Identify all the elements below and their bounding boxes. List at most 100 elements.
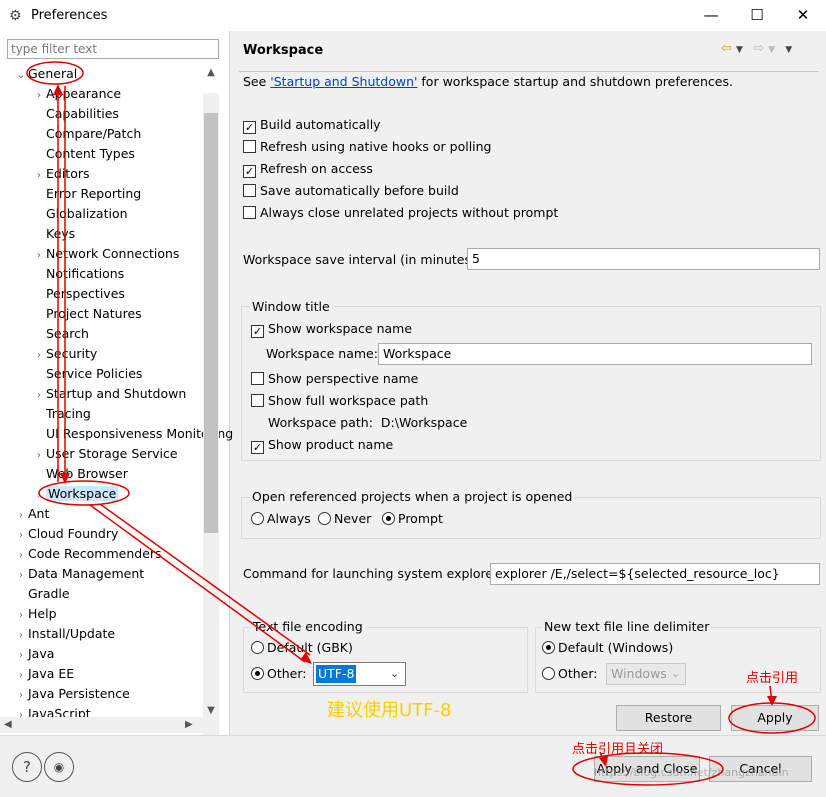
tree-item-notifications[interactable]: Notifications xyxy=(32,264,124,284)
tree-item-workspace[interactable]: › Workspace xyxy=(32,484,119,506)
chevron-right-icon[interactable]: › xyxy=(32,346,46,366)
chevron-right-icon[interactable]: › xyxy=(32,86,46,106)
chevron-right-icon[interactable]: › xyxy=(14,506,28,526)
checkbox-unchecked-icon xyxy=(243,184,256,197)
show-product-name-checkbox[interactable]: ✓ Show product name xyxy=(251,435,393,455)
startup-shutdown-link[interactable]: 'Startup and Shutdown' xyxy=(270,74,417,89)
encoding-default-radio[interactable]: Default (GBK) xyxy=(251,638,353,658)
radio-off-icon xyxy=(542,667,555,680)
always-radio[interactable]: Always xyxy=(251,509,311,529)
chevron-right-icon[interactable]: › xyxy=(32,166,46,186)
tree-item-java-ee[interactable]: › Java EE xyxy=(14,664,74,684)
chevron-right-icon[interactable]: › xyxy=(14,626,28,646)
delimiter-select[interactable]: Windows ⌄ xyxy=(606,663,686,685)
tree-item-label: Globalization xyxy=(46,206,128,221)
title-bar: ⚙ Preferences — ☐ ✕ xyxy=(0,0,826,31)
checkbox-unchecked-icon xyxy=(243,206,256,219)
tree-item-appearance[interactable]: › Appearance xyxy=(32,84,121,104)
tree-item-security[interactable]: › Security xyxy=(32,344,97,364)
chevron-right-icon[interactable]: › xyxy=(32,446,46,466)
tree-item-tracing[interactable]: Tracing xyxy=(32,404,91,424)
tree-item-code-recommenders[interactable]: › Code Recommenders xyxy=(14,544,162,564)
tree-item-label: Tracing xyxy=(46,406,91,421)
chevron-right-icon[interactable]: › xyxy=(14,546,28,566)
checkbox-always-close-unrelated-projects-without-prompt[interactable]: Always close unrelated projects without … xyxy=(243,203,558,223)
chevron-right-icon[interactable]: › xyxy=(14,606,28,626)
tree-item-capabilities[interactable]: Capabilities xyxy=(32,104,119,124)
explorer-command-input[interactable]: explorer /E,/select=${selected_resource_… xyxy=(490,563,820,585)
tree-item-web-browser[interactable]: Web Browser xyxy=(32,464,128,484)
tree-item-globalization[interactable]: Globalization xyxy=(32,204,128,224)
tree-item-editors[interactable]: › Editors xyxy=(32,164,90,184)
chevron-right-icon[interactable]: › xyxy=(32,246,46,266)
radio-on-icon xyxy=(382,512,395,525)
chevron-right-icon[interactable]: › xyxy=(14,566,28,586)
chevron-right-icon[interactable]: › xyxy=(14,526,28,546)
minimize-button[interactable]: — xyxy=(688,0,734,31)
chevron-right-icon[interactable]: › xyxy=(32,386,46,406)
annotation-use-utf8: 建议使用UTF-8 xyxy=(327,700,452,721)
checkbox-refresh-on-access[interactable]: ✓ Refresh on access xyxy=(243,159,373,179)
view-menu-icon[interactable]: ▼ xyxy=(785,45,792,55)
chevron-right-icon[interactable]: › xyxy=(14,686,28,706)
tree-item-label: User Storage Service xyxy=(46,446,178,461)
encoding-other-radio[interactable]: Other: xyxy=(251,664,306,684)
maximize-button[interactable]: ☐ xyxy=(734,0,780,31)
tree-item-install-update[interactable]: › Install/Update xyxy=(14,624,115,644)
forward-menu-chevron-icon[interactable]: ▼ xyxy=(768,45,775,55)
tree-item-keys[interactable]: Keys xyxy=(32,224,75,244)
checkbox-refresh-using-native-hooks-or-polling[interactable]: Refresh using native hooks or polling xyxy=(243,137,492,157)
delimiter-other-radio[interactable]: Other: xyxy=(542,664,597,684)
prompt-radio[interactable]: Prompt xyxy=(382,509,443,529)
tree-item-cloud-foundry[interactable]: › Cloud Foundry xyxy=(14,524,118,544)
tree-item-project-natures[interactable]: Project Natures xyxy=(32,304,142,324)
tree-item-help[interactable]: › Help xyxy=(14,604,57,624)
tree-item-label: Gradle xyxy=(28,586,70,601)
show-perspective-name-checkbox[interactable]: Show perspective name xyxy=(251,369,418,389)
back-menu-chevron-icon[interactable]: ▼ xyxy=(736,45,743,55)
checkbox-build-automatically[interactable]: ✓ Build automatically xyxy=(243,115,381,135)
checkbox-save-automatically-before-build[interactable]: Save automatically before build xyxy=(243,181,459,201)
tree-item-startup-and-shutdown[interactable]: › Startup and Shutdown xyxy=(32,384,186,404)
save-interval-input[interactable]: 5 xyxy=(467,248,820,270)
tree-item-search[interactable]: Search xyxy=(32,324,89,344)
close-button[interactable]: ✕ xyxy=(780,0,826,31)
tree-item-data-management[interactable]: › Data Management xyxy=(14,564,144,584)
tree-item-error-reporting[interactable]: Error Reporting xyxy=(32,184,141,204)
tree-item-general[interactable]: ⌄ General xyxy=(14,64,77,84)
help-icon[interactable]: ? xyxy=(12,752,42,782)
scrollbar-thumb[interactable] xyxy=(204,113,218,533)
chevron-right-icon[interactable]: › xyxy=(32,486,46,506)
forward-arrow-icon[interactable]: ⇨ xyxy=(753,41,764,56)
never-radio[interactable]: Never xyxy=(318,509,371,529)
delimiter-default-radio[interactable]: Default (Windows) xyxy=(542,638,673,658)
record-icon[interactable]: ◉ xyxy=(44,752,74,782)
chevron-right-icon[interactable]: › xyxy=(14,666,28,686)
chevron-down-icon[interactable]: ⌄ xyxy=(14,66,28,86)
filter-input[interactable]: type filter text xyxy=(7,39,219,59)
scroll-up-icon[interactable]: ▲ xyxy=(203,65,219,81)
workspace-name-input[interactable]: Workspace xyxy=(378,343,812,365)
tree-item-gradle[interactable]: Gradle xyxy=(14,584,70,604)
tree-item-java-persistence[interactable]: › Java Persistence xyxy=(14,684,130,704)
chevron-right-icon[interactable]: › xyxy=(14,646,28,666)
tree-item-perspectives[interactable]: Perspectives xyxy=(32,284,125,304)
apply-button[interactable]: Apply xyxy=(731,705,819,731)
tree-horizontal-scrollbar[interactable]: ◀ ▶ xyxy=(0,717,203,733)
tree-item-ant[interactable]: › Ant xyxy=(14,504,49,524)
show-workspace-name-checkbox[interactable]: ✓ Show workspace name xyxy=(251,319,412,339)
tree-item-content-types[interactable]: Content Types xyxy=(32,144,135,164)
show-full-path-checkbox[interactable]: Show full workspace path xyxy=(251,391,428,411)
encoding-select[interactable]: UTF-8 ⌄ xyxy=(313,662,406,686)
scroll-right-icon[interactable]: ▶ xyxy=(185,717,193,733)
tree-item-network-connections[interactable]: › Network Connections xyxy=(32,244,179,264)
scroll-down-icon[interactable]: ▼ xyxy=(203,703,219,719)
tree-item-user-storage-service[interactable]: › User Storage Service xyxy=(32,444,178,464)
scroll-left-icon[interactable]: ◀ xyxy=(4,717,12,733)
back-arrow-icon[interactable]: ⇦ xyxy=(721,41,732,56)
tree-item-java[interactable]: › Java xyxy=(14,644,54,664)
restore-defaults-button[interactable]: Restore Defaults xyxy=(616,705,721,749)
tree-item-compare-patch[interactable]: Compare/Patch xyxy=(32,124,141,144)
tree-item-label: Service Policies xyxy=(46,366,143,381)
tree-item-service-policies[interactable]: Service Policies xyxy=(32,364,142,384)
